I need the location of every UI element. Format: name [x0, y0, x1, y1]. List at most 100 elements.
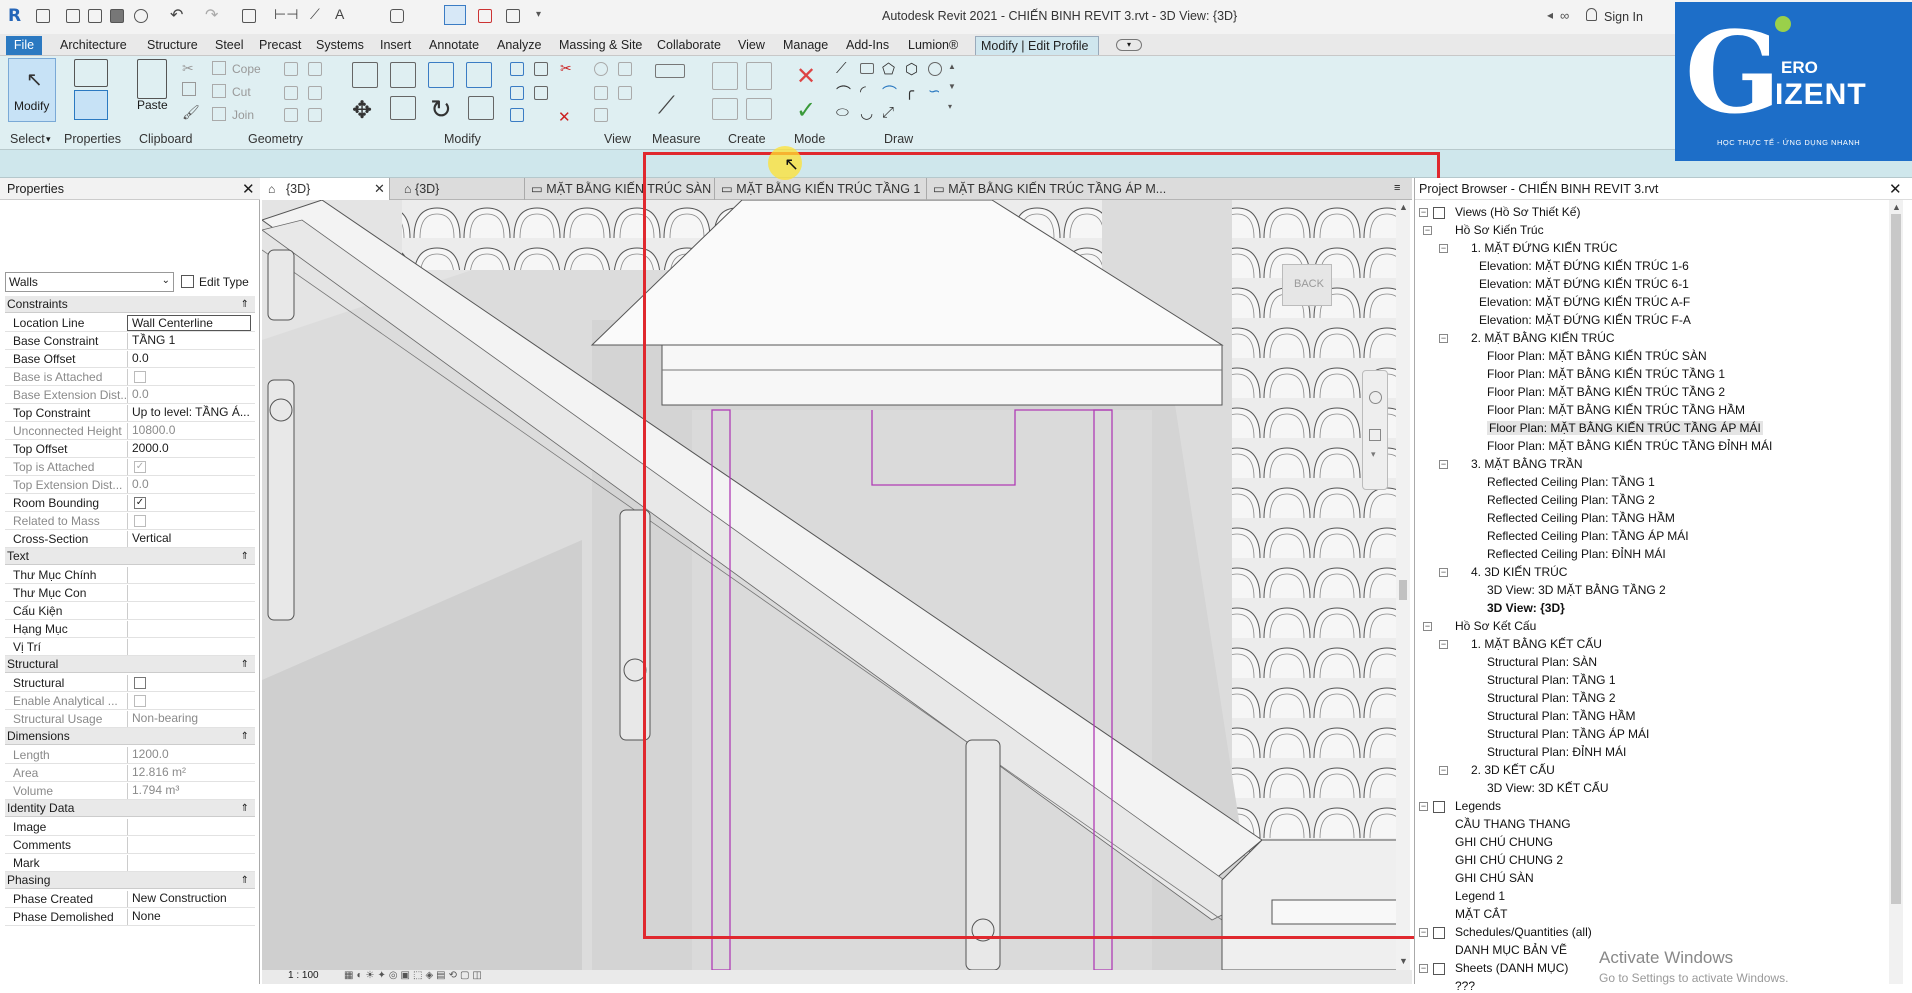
ribbon-minimize-icon[interactable]: ▾ — [1116, 39, 1142, 51]
tree-item[interactable]: GHI CHÚ CHUNG 2 — [1455, 853, 1563, 867]
draw-scroll-up-icon[interactable]: ▲ — [948, 62, 956, 71]
tab-insert[interactable]: Insert — [375, 36, 416, 55]
tree-item[interactable]: MẶT CẮT — [1455, 907, 1507, 921]
delete-icon[interactable]: ✕ — [558, 108, 571, 126]
redo-icon[interactable]: ↷ — [205, 5, 218, 25]
property-value[interactable]: 2000.0 — [127, 441, 251, 457]
tab-collaborate[interactable]: Collaborate — [652, 36, 726, 55]
circle-icon[interactable] — [928, 62, 942, 76]
property-value[interactable]: 0.0 — [127, 351, 251, 367]
tree-toggle-icon[interactable]: − — [1439, 640, 1448, 649]
move-icon[interactable]: ✥ — [352, 96, 372, 125]
tab-analyze[interactable]: Analyze — [492, 36, 546, 55]
view-scale[interactable]: 1 : 100 — [288, 970, 319, 981]
property-value[interactable] — [127, 675, 251, 691]
open-file-icon[interactable] — [88, 9, 102, 23]
thin-lines-icon[interactable] — [444, 5, 466, 25]
properties-close-icon[interactable]: ✕ — [242, 180, 255, 198]
tree-item[interactable]: Hồ Sơ Kết Cấu — [1455, 619, 1536, 633]
3d-view-icon[interactable] — [390, 9, 404, 23]
close-hidden-icon[interactable] — [478, 9, 492, 23]
align-icon[interactable]: ⟋ — [310, 6, 320, 23]
cope-label[interactable]: Cope — [232, 62, 261, 76]
tree-item[interactable]: 4. 3D KIẾN TRÚC — [1471, 565, 1567, 579]
spline-icon[interactable]: ∽ — [928, 82, 941, 100]
panel-select-label[interactable]: Select — [10, 132, 45, 146]
pick-lines-icon[interactable]: ⤢ — [882, 104, 894, 121]
tree-item[interactable]: 3. MẶT BẰNG TRẦN — [1471, 457, 1583, 471]
tab-add-ins[interactable]: Add-Ins — [841, 36, 894, 55]
collapse-section-icon[interactable]: ⇑ — [241, 548, 249, 565]
measure-icon[interactable]: ⊢⊣ — [274, 6, 298, 23]
property-value[interactable]: New Construction — [127, 891, 251, 907]
property-value[interactable]: Up to level: TẦNG Á... — [127, 405, 251, 421]
tree-item[interactable]: Floor Plan: MẶT BẰNG KIẾN TRÚC SÀN — [1487, 349, 1707, 363]
property-value[interactable] — [127, 837, 251, 853]
properties-toggle-button[interactable] — [74, 90, 108, 120]
match-properties-icon[interactable]: 🖌 — [182, 104, 200, 121]
tree-toggle-icon[interactable]: − — [1419, 208, 1428, 217]
paste-button[interactable] — [137, 59, 167, 99]
tree-item[interactable]: Hồ Sơ Kiến Trúc — [1455, 223, 1544, 237]
modify-button[interactable]: ↖ Modify — [8, 58, 56, 122]
collapse-section-icon[interactable]: ⇑ — [241, 800, 249, 817]
tab-systems[interactable]: Systems — [311, 36, 369, 55]
type-selector-dropdown[interactable]: Walls ⌄ — [5, 272, 174, 292]
tree-item[interactable]: Reflected Ceiling Plan: TẦNG HẦM — [1487, 511, 1675, 525]
tree-item[interactable]: ??? — [1455, 979, 1475, 993]
align-tool-icon[interactable] — [352, 62, 378, 88]
tree-item[interactable]: Floor Plan: MẶT BẰNG KIẾN TRÚC TẦNG 1 — [1487, 367, 1725, 381]
property-value[interactable] — [127, 855, 251, 871]
tree-toggle-icon[interactable]: − — [1439, 568, 1448, 577]
tree-toggle-icon[interactable]: − — [1419, 964, 1428, 973]
tab-manage[interactable]: Manage — [778, 36, 833, 55]
join-label[interactable]: Join — [232, 108, 254, 122]
draw-expand-icon[interactable]: ▾ — [948, 102, 952, 111]
tree-item[interactable]: Elevation: MẶT ĐỨNG KIẾN TRÚC 6-1 — [1479, 277, 1689, 291]
tree-item[interactable]: Legend 1 — [1455, 889, 1505, 903]
collapse-section-icon[interactable]: ⇑ — [241, 296, 249, 313]
tree-item[interactable]: Floor Plan: MẶT BẰNG KIẾN TRÚC TẦNG HẦM — [1487, 403, 1745, 417]
geometry-tool-1-icon[interactable] — [284, 62, 298, 76]
view-tool-2-icon[interactable] — [618, 62, 632, 76]
property-value[interactable]: TẦNG 1 — [127, 333, 251, 349]
property-value[interactable] — [127, 819, 251, 835]
tree-toggle-icon[interactable]: − — [1439, 460, 1448, 469]
cope-icon[interactable] — [212, 61, 226, 75]
tab-file[interactable]: File — [6, 36, 42, 55]
scissors-red-icon[interactable]: ✂ — [560, 60, 572, 77]
tree-item[interactable]: 3D View: 3D KẾT CẤU — [1487, 781, 1609, 795]
scale-icon[interactable] — [510, 108, 524, 122]
split-icon[interactable] — [510, 62, 524, 76]
scroll-down-arrow-icon[interactable]: ▼ — [1399, 956, 1408, 966]
array-icon[interactable] — [510, 86, 524, 100]
switch-windows-icon[interactable] — [506, 9, 520, 23]
tree-item[interactable]: 2. MẶT BẰNG KIẾN TRÚC — [1471, 331, 1615, 345]
tree-item[interactable]: Legends — [1455, 799, 1501, 813]
tree-item[interactable]: Reflected Ceiling Plan: TẦNG 1 — [1487, 475, 1655, 489]
unpin-icon[interactable] — [534, 86, 548, 100]
copy-icon[interactable] — [182, 82, 196, 96]
property-section[interactable]: Phasing ⇑ — [5, 872, 255, 889]
print-icon[interactable] — [242, 9, 256, 23]
view-control-icons[interactable]: ▦◐☀✦◎▣⬚◈▤⟲▢◫ — [344, 970, 485, 981]
tree-item[interactable]: 1. MẶT ĐỨNG KIẾN TRÚC — [1471, 241, 1618, 255]
tree-item[interactable]: Reflected Ceiling Plan: TẦNG ÁP MÁI — [1487, 529, 1689, 543]
checkbox-unchecked[interactable] — [134, 677, 146, 689]
project-browser-close-icon[interactable]: ✕ — [1889, 180, 1902, 198]
start-end-arc-icon[interactable]: ⌒ — [836, 82, 851, 103]
circumscribed-polygon-icon[interactable]: ⬡ — [905, 60, 918, 78]
rotate-icon[interactable]: ↻ — [430, 94, 452, 125]
tree-item[interactable]: Views (Hồ Sơ Thiết Kế) — [1455, 205, 1580, 219]
partial-ellipse-icon[interactable]: ◡ — [860, 104, 873, 122]
checkbox-checked[interactable]: ✓ — [134, 497, 146, 509]
tree-toggle-icon[interactable]: − — [1439, 766, 1448, 775]
tree-item[interactable]: 1. MẶT BẰNG KẾT CẤU — [1471, 637, 1602, 651]
tree-item[interactable]: Floor Plan: MẶT BẰNG KIẾN TRÚC TẦNG ÁP M… — [1487, 421, 1763, 435]
sign-in-link[interactable]: Sign In — [1604, 10, 1643, 24]
tab-precast[interactable]: Precast — [254, 36, 306, 55]
tab-structure[interactable]: Structure — [142, 36, 203, 55]
tree-toggle-icon[interactable]: − — [1439, 244, 1448, 253]
fillet-arc-icon[interactable]: ╭ — [905, 82, 914, 100]
tree-toggle-icon[interactable]: − — [1439, 334, 1448, 343]
